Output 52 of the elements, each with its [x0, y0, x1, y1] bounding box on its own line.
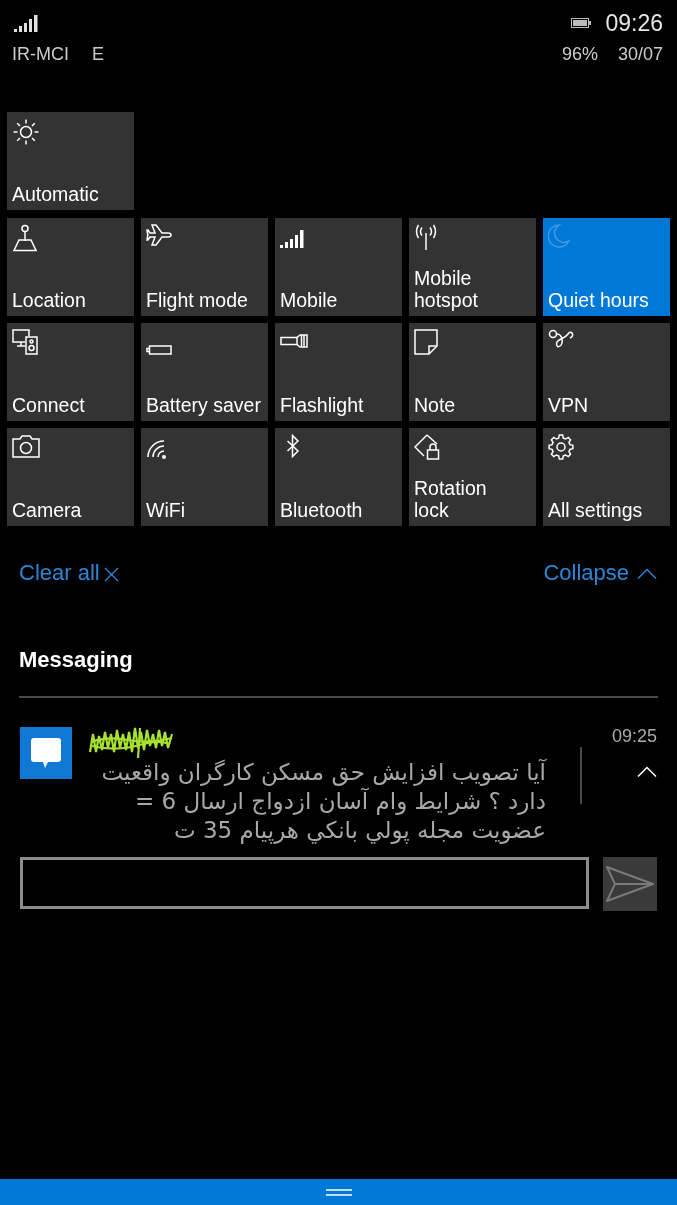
- bluetooth-icon: [286, 434, 300, 458]
- handle-icon: [325, 1188, 352, 1196]
- clock-time: 09:26: [605, 9, 663, 37]
- antenna-icon: [414, 224, 438, 250]
- battery-percentage: 96%: [561, 42, 598, 66]
- map-pin-icon: [12, 224, 38, 252]
- network-type: E: [92, 42, 104, 66]
- app-group-title: Messaging: [18, 647, 134, 673]
- rotation-lock-icon: [414, 434, 440, 460]
- quick-action-tile[interactable]: Bluetooth: [275, 428, 402, 526]
- quick-action-tile[interactable]: All settings: [543, 428, 670, 526]
- chevron-up-icon: [637, 567, 657, 579]
- flashlight-icon: [280, 334, 308, 348]
- quick-action-tile[interactable]: Battery saver: [141, 323, 268, 421]
- battery-icon: [146, 345, 172, 355]
- quick-action-tile[interactable]: Mobile: [275, 218, 402, 316]
- notification-time: 09:25: [611, 725, 657, 747]
- quick-action-tile[interactable]: Mobile hotspot: [409, 218, 536, 316]
- moon-icon: [548, 224, 570, 248]
- quick-action-tile[interactable]: Location: [7, 218, 134, 316]
- note-icon: [414, 329, 438, 355]
- notification-message: آیا تصویب افزایش حق مسکن کارگران واقعیت دارد ؟ شرایط وام آسان ازدواج ارسال 6 = عضویت مجله پولي بانكي هرپيام 35 ت: [100, 758, 548, 845]
- send-icon: [606, 866, 655, 902]
- collapse-button[interactable]: Collapse: [543, 558, 657, 588]
- quick-action-tile[interactable]: Flashlight: [275, 323, 402, 421]
- settings-icon: [548, 434, 574, 460]
- quick-action-tile[interactable]: Camera: [7, 428, 134, 526]
- date-text: 30/07: [617, 42, 663, 66]
- reply-field[interactable]: [20, 857, 590, 909]
- airplane-icon: [146, 224, 172, 246]
- sun-icon: [12, 118, 40, 146]
- camera-icon: [12, 434, 40, 458]
- loop-icon: [548, 329, 574, 349]
- wifi-icon: [146, 439, 167, 460]
- quick-action-tile[interactable]: Quiet hours: [543, 218, 670, 316]
- signal-strength-icon: [14, 14, 38, 32]
- close-icon: [103, 566, 119, 582]
- action-center-handle-bar[interactable]: [0, 1179, 677, 1205]
- quick-action-tile[interactable]: WiFi: [141, 428, 268, 526]
- quick-action-tile[interactable]: Automatic: [7, 112, 134, 210]
- monitor-speaker-icon: [12, 329, 38, 355]
- quick-action-tile[interactable]: Flight mode: [141, 218, 268, 316]
- signal-bars-icon: [280, 230, 304, 248]
- quick-action-tile[interactable]: Note: [409, 323, 536, 421]
- chevron-up-icon[interactable]: [637, 766, 657, 777]
- battery-icon: [571, 18, 592, 28]
- clear-all-button[interactable]: Clear all: [19, 558, 119, 588]
- carrier-name: IR-MCI: [12, 42, 69, 66]
- messaging-app-icon: [20, 727, 72, 779]
- quick-action-tile[interactable]: Rotation lock: [409, 428, 536, 526]
- quick-action-tile[interactable]: Connect: [7, 323, 134, 421]
- quick-action-tile[interactable]: VPN: [543, 323, 670, 421]
